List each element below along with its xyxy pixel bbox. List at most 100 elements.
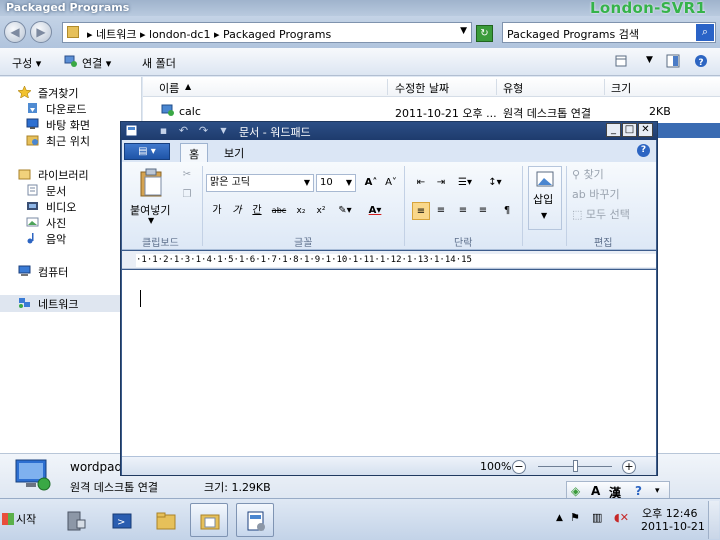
taskbar-wordpad[interactable] — [236, 503, 274, 537]
taskbar-server-manager[interactable] — [56, 503, 94, 537]
tab-home[interactable]: 홈 — [180, 143, 209, 162]
minimize-button[interactable]: _ — [606, 123, 621, 137]
highlight-color-button[interactable]: ✎▾ — [336, 202, 354, 220]
clock-time[interactable]: 오후 12:46 — [642, 505, 697, 521]
select-all-button[interactable]: ⬚ 모두 선택 — [572, 206, 630, 222]
tab-view[interactable]: 보기 — [216, 143, 252, 162]
align-center-button[interactable]: ≡ — [432, 202, 450, 220]
new-folder-button[interactable]: 새 폴더 — [142, 55, 176, 71]
bold-button[interactable]: 가 — [208, 202, 226, 220]
underline-button[interactable]: 간 — [248, 202, 266, 220]
search-icon[interactable]: ⌕ — [696, 24, 714, 41]
ruler[interactable]: ·1·1·2·1·3·1·4·1·5·1·6·1·7·1·8·1·9·1·10·… — [122, 251, 656, 269]
align-left-button[interactable]: ≡ — [412, 202, 430, 220]
paste-icon[interactable] — [138, 168, 166, 198]
strikethrough-button[interactable]: abc — [270, 202, 288, 220]
application-menu-button[interactable]: ▤ ▾ — [124, 143, 170, 160]
address-bar[interactable]: ▸ 네트워크 ▸ london-dc1 ▸ Packaged Programs … — [62, 22, 472, 43]
shrink-font-button[interactable]: A˅ — [382, 174, 400, 192]
customize-quick-access-icon[interactable]: ▼ — [217, 124, 230, 137]
column-size[interactable]: 크기 — [611, 80, 631, 96]
ime-icon[interactable]: ◈ — [571, 484, 580, 498]
superscript-button[interactable]: x² — [312, 202, 330, 220]
help-icon[interactable]: ? — [694, 54, 708, 68]
column-type[interactable]: 유형 — [503, 80, 523, 96]
nav-music[interactable]: 음악 — [46, 231, 66, 247]
insert-dropdown-icon: ▼ — [541, 211, 548, 220]
replace-button[interactable]: ab 바꾸기 — [572, 186, 620, 202]
find-button[interactable]: ⚲ 찾기 — [572, 166, 604, 182]
search-input[interactable]: Packaged Programs 검색 ⌕ — [502, 22, 716, 43]
music-icon — [27, 233, 34, 244]
close-button[interactable]: ✕ — [638, 123, 653, 137]
paragraph-dialog-button[interactable]: ¶ — [498, 202, 516, 220]
volume-muted-icon[interactable]: ◖✕ — [614, 511, 629, 524]
network-icon — [19, 298, 30, 308]
redo-icon[interactable]: ↷ — [197, 124, 210, 137]
input-mode-indicator[interactable]: A — [591, 484, 600, 498]
taskbar-explorer[interactable] — [146, 503, 184, 537]
nav-documents[interactable]: 문서 — [46, 183, 66, 199]
breadcrumb[interactable]: ▸ 네트워크 ▸ london-dc1 ▸ Packaged Programs — [87, 26, 331, 42]
action-center-flag-icon[interactable]: ⚑ — [570, 511, 580, 524]
wordpad-remoteapp-icon — [247, 511, 265, 531]
network-status-icon[interactable]: ▥ — [592, 511, 602, 524]
clock-date[interactable]: 2011-10-21 — [641, 520, 705, 533]
copy-icon[interactable]: ❐ — [178, 186, 196, 204]
font-family-select[interactable]: 맑은 고딕 ▼ — [206, 174, 314, 192]
nav-libraries[interactable]: 라이브러리 — [38, 167, 89, 183]
chevron-down-icon: ▼ — [345, 178, 352, 187]
windows-icon — [2, 513, 14, 525]
column-modified[interactable]: 수정한 날짜 — [395, 80, 449, 96]
maximize-button[interactable]: □ — [622, 123, 637, 137]
zoom-in-button[interactable]: + — [622, 460, 636, 474]
nav-downloads[interactable]: 다운로드 — [46, 101, 86, 117]
align-right-button[interactable]: ≡ — [454, 202, 472, 220]
wordpad-app-icon[interactable] — [125, 124, 138, 137]
zoom-slider-thumb[interactable] — [573, 460, 578, 472]
undo-icon[interactable]: ↶ — [177, 124, 190, 137]
italic-button[interactable]: 가 — [228, 202, 246, 220]
insert-button[interactable]: 삽입 ▼ — [528, 166, 562, 230]
preview-pane-icon[interactable] — [666, 54, 680, 68]
bullets-button[interactable]: ☰▾ — [456, 174, 474, 192]
view-dropdown-icon[interactable]: ▼ — [646, 55, 653, 65]
grow-font-button[interactable]: A˄ — [362, 174, 380, 192]
show-desktop-button[interactable] — [708, 501, 719, 539]
start-button[interactable]: 시작 — [2, 507, 46, 533]
nav-pictures[interactable]: 사진 — [46, 215, 66, 231]
cut-icon[interactable]: ✂ — [178, 166, 196, 184]
font-size-select[interactable]: 10 ▼ — [316, 174, 356, 192]
powershell-icon: > — [112, 513, 132, 529]
nav-network[interactable]: 네트워크 — [38, 296, 78, 312]
nav-videos[interactable]: 비디오 — [46, 199, 76, 215]
refresh-button[interactable]: ↻ — [476, 25, 493, 42]
column-name[interactable]: 이름 — [159, 80, 179, 96]
show-hidden-icons-button[interactable]: ▲ — [556, 513, 563, 523]
view-options-icon[interactable] — [614, 54, 628, 68]
connect-button[interactable]: 연결 ▾ — [82, 55, 111, 71]
help-icon[interactable]: ? — [635, 484, 642, 498]
nav-recent[interactable]: 최근 위치 — [46, 133, 90, 149]
increase-indent-button[interactable]: ⇥ — [432, 174, 450, 192]
taskbar-explorer-active[interactable] — [190, 503, 228, 537]
taskbar-powershell[interactable]: > — [102, 503, 140, 537]
font-color-button[interactable]: A▾ — [366, 202, 384, 220]
document-area[interactable] — [122, 270, 656, 456]
nav-favorites[interactable]: 즐겨찾기 — [38, 85, 78, 101]
nav-computer[interactable]: 컴퓨터 — [38, 264, 68, 280]
zoom-out-button[interactable]: − — [512, 460, 526, 474]
save-icon[interactable]: ▪ — [157, 124, 170, 137]
chevron-down-icon[interactable]: ▼ — [460, 26, 467, 36]
decrease-indent-button[interactable]: ⇤ — [412, 174, 430, 192]
paste-dropdown-icon[interactable]: ▼ — [148, 216, 154, 225]
options-icon[interactable]: ▾ — [655, 486, 660, 496]
line-spacing-button[interactable]: ↕▾ — [486, 174, 504, 192]
help-icon[interactable]: ? — [637, 144, 650, 157]
back-button[interactable]: ◀ — [4, 21, 26, 43]
subscript-button[interactable]: x₂ — [292, 202, 310, 220]
forward-button[interactable]: ▶ — [30, 21, 52, 43]
organize-button[interactable]: 구성 ▾ — [12, 55, 41, 71]
nav-desktop[interactable]: 바탕 화면 — [46, 117, 90, 133]
justify-button[interactable]: ≡ — [474, 202, 492, 220]
